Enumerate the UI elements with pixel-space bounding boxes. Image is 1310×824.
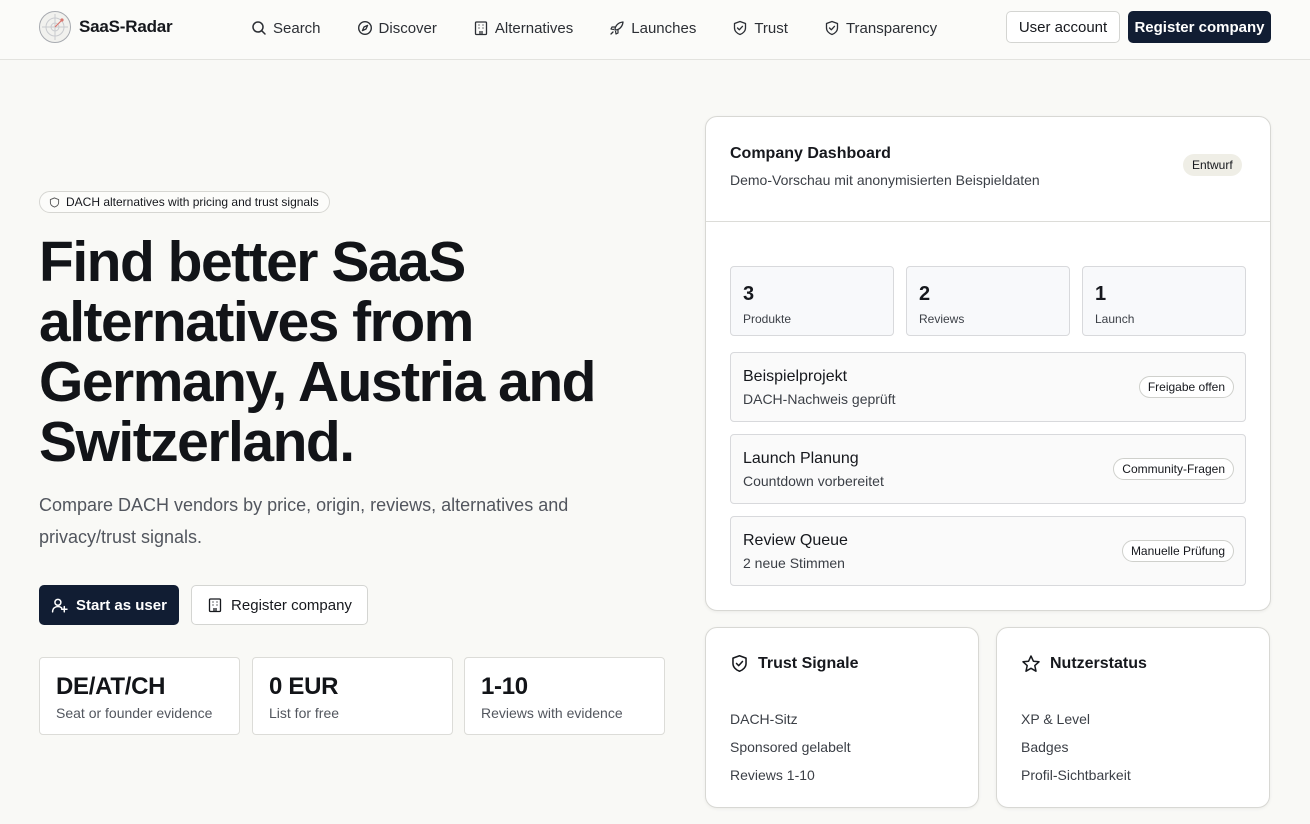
- list-item: DACH-Sitz: [730, 711, 798, 727]
- list-item-subtitle: Countdown vorbereitet: [743, 473, 884, 489]
- user-status-title: Nutzerstatus: [1050, 655, 1147, 672]
- user-status-list: XP & Level Badges Profil-Sichtbarkeit: [1021, 710, 1131, 794]
- list-item-title: Review Queue: [743, 532, 848, 549]
- list-item: Badges: [1021, 739, 1069, 755]
- stat-card-origin: DE/AT/CH Seat or founder evidence: [39, 657, 240, 735]
- list-item[interactable]: Review Queue 2 neue Stimmen Manuelle Prü…: [730, 516, 1246, 586]
- list-item[interactable]: Beispielprojekt DACH-Nachweis geprüft Fr…: [730, 352, 1246, 422]
- stat-card-reviews: 1-10 Reviews with evidence: [464, 657, 665, 735]
- metric-label: Launch: [1095, 312, 1135, 326]
- dashboard-subtitle: Demo-Vorschau mit anonymisierten Beispie…: [730, 172, 1040, 188]
- status-badge: Entwurf: [1183, 154, 1242, 176]
- list-item: Reviews 1-10: [730, 767, 815, 783]
- shield-check-icon: [732, 655, 747, 672]
- status-tag: Freigabe offen: [1138, 376, 1234, 398]
- building-icon: [474, 21, 488, 36]
- star-icon: [1022, 655, 1040, 672]
- metric-label: Reviews: [919, 312, 965, 326]
- list-item: Sponsored gelabelt: [730, 739, 851, 755]
- metric-label: Produkte: [743, 312, 792, 326]
- hero-subtitle: Compare DACH vendors by price, origin, r…: [39, 495, 569, 547]
- trust-signals-list: DACH-Sitz Sponsored gelabelt Reviews 1-1…: [730, 710, 851, 794]
- list-item-title: Beispielprojekt: [743, 368, 848, 385]
- metric-products: 3 Produkte: [730, 266, 894, 336]
- stat-label: List for free: [269, 705, 340, 721]
- stat-label: Seat or founder evidence: [56, 705, 213, 721]
- list-item-subtitle: DACH-Nachweis geprüft: [743, 391, 896, 407]
- trust-signals-title: Trust Signale: [758, 654, 859, 672]
- list-item: Profil-Sichtbarkeit: [1021, 767, 1131, 783]
- nav-transparency[interactable]: Transparency: [824, 18, 937, 38]
- shield-check-icon: [734, 20, 747, 36]
- hero-register-company-label: Register company: [231, 596, 352, 614]
- nav-discover-label: Discover: [378, 19, 437, 37]
- register-company-button[interactable]: Register company: [1128, 11, 1271, 43]
- shield-icon: [49, 196, 60, 208]
- start-as-user-button[interactable]: Start as user: [39, 585, 179, 625]
- hero-pill-badge: DACH alternatives with pricing and trust…: [39, 191, 330, 213]
- user-status-heading: Nutzerstatus: [1021, 654, 1147, 674]
- nav-discover[interactable]: Discover: [357, 18, 437, 38]
- trust-signals-heading: Trust Signale: [730, 654, 858, 673]
- stat-value: DE/AT/CH: [56, 673, 166, 700]
- company-dashboard-card: Company Dashboard Demo-Vorschau mit anon…: [705, 116, 1271, 611]
- start-as-user-label: Start as user: [76, 596, 167, 614]
- compass-icon: [357, 20, 372, 36]
- dashboard-title: Company Dashboard: [730, 145, 891, 162]
- user-plus-icon: [51, 598, 68, 613]
- stat-value: 1-10: [481, 673, 528, 700]
- list-item[interactable]: Launch Planung Countdown vorbereitet Com…: [730, 434, 1246, 504]
- user-status-card: Nutzerstatus XP & Level Badges Profil-Si…: [996, 627, 1270, 808]
- hero-pill-text: DACH alternatives with pricing and trust…: [66, 195, 319, 209]
- logo-text: SaaS-Radar: [79, 17, 173, 36]
- radar-logo-icon: [39, 11, 71, 43]
- metric-value: 2: [919, 283, 931, 305]
- nav-trust-label: Trust: [754, 19, 788, 37]
- nav-transparency-label: Transparency: [845, 19, 938, 37]
- nav-launches-label: Launches: [631, 19, 697, 37]
- metric-value: 1: [1095, 283, 1107, 305]
- dashboard-header: Company Dashboard Demo-Vorschau mit anon…: [706, 117, 1270, 222]
- user-account-button[interactable]: User account: [1006, 11, 1120, 43]
- rocket-icon: [610, 21, 624, 35]
- stat-value: 0 EUR: [269, 673, 339, 700]
- logo[interactable]: SaaS-Radar: [39, 11, 173, 43]
- building-icon: [208, 598, 222, 613]
- nav-search-label: Search: [273, 19, 321, 37]
- hero-register-company-button[interactable]: Register company: [191, 585, 368, 625]
- nav-trust[interactable]: Trust: [732, 18, 788, 38]
- main-nav: Search Discover Alternatives Launches Tr…: [251, 18, 973, 38]
- nav-launches[interactable]: Launches: [609, 18, 696, 38]
- nav-search[interactable]: Search: [251, 18, 321, 38]
- shield-check-icon: [825, 20, 839, 36]
- nav-alternatives[interactable]: Alternatives: [473, 18, 573, 38]
- metric-launch: 1 Launch: [1082, 266, 1246, 336]
- search-icon: [252, 21, 266, 35]
- list-item: XP & Level: [1021, 711, 1091, 727]
- hero-title: Find better SaaS alternatives from Germa…: [39, 230, 597, 474]
- trust-signals-card: Trust Signale DACH-Sitz Sponsored gelabe…: [705, 627, 979, 808]
- list-item-title: Launch Planung: [743, 450, 859, 467]
- stat-label: Reviews with evidence: [481, 705, 623, 721]
- status-tag: Manuelle Prüfung: [1121, 540, 1234, 562]
- nav-alternatives-label: Alternatives: [494, 19, 574, 37]
- status-tag: Community-Fragen: [1113, 458, 1234, 480]
- list-item-subtitle: 2 neue Stimmen: [743, 555, 845, 571]
- stat-card-price: 0 EUR List for free: [252, 657, 453, 735]
- metric-reviews: 2 Reviews: [906, 266, 1070, 336]
- metric-value: 3: [743, 283, 755, 305]
- top-navigation-bar: SaaS-Radar Search Discover Alternatives …: [0, 0, 1310, 60]
